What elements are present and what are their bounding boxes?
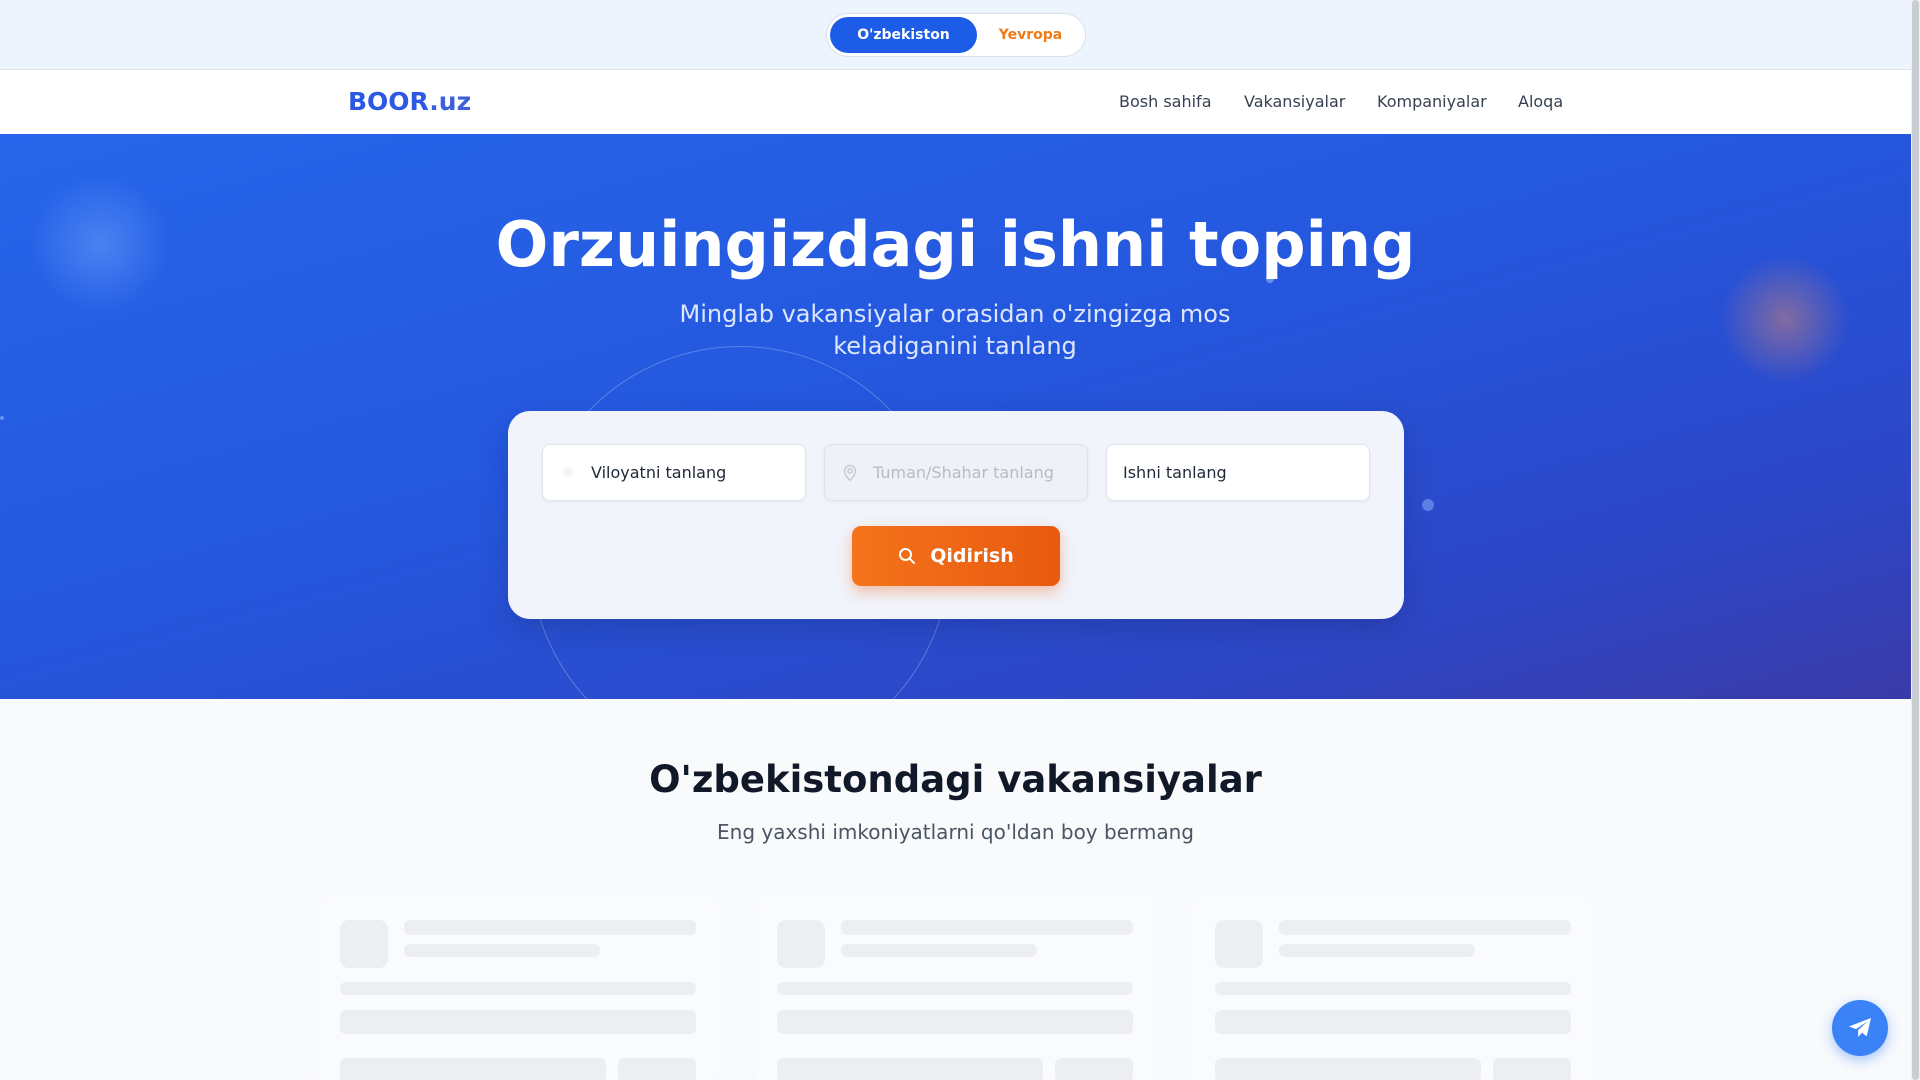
search-icon	[899, 548, 916, 564]
skeleton-line	[841, 944, 1037, 957]
search-button-label: Qidirish	[930, 545, 1014, 567]
decor-dot	[0, 416, 4, 420]
skeleton-line	[1279, 920, 1571, 935]
telegram-button[interactable]	[1832, 1000, 1888, 1056]
location-icon	[559, 464, 577, 482]
section-title: O'zbekistondagi vakansiyalar	[649, 758, 1262, 801]
nav-link-contact[interactable]: Aloqa	[1518, 92, 1563, 111]
section-subtitle: Eng yaxshi imkoniyatlarni qo'ldan boy be…	[717, 820, 1194, 844]
job-select[interactable]: Ishni tanlang	[1106, 444, 1370, 501]
skeleton-line	[841, 920, 1133, 935]
skeleton-line	[777, 1058, 1043, 1080]
search-button[interactable]: Qidirish	[852, 526, 1060, 586]
vacancy-card-skeleton	[1191, 896, 1595, 1080]
telegram-icon	[1849, 1018, 1871, 1037]
skeleton-avatar	[340, 920, 388, 968]
district-select-placeholder: Tuman/Shahar tanlang	[873, 463, 1054, 482]
skeleton-avatar	[1215, 920, 1263, 968]
vacancy-card-skeleton	[753, 896, 1157, 1080]
skeleton-line	[1055, 1058, 1133, 1080]
region-select[interactable]: Viloyatni tanlang	[542, 444, 806, 501]
nav-link-home[interactable]: Bosh sahifa	[1119, 92, 1212, 111]
skeleton-line	[618, 1058, 696, 1080]
skeleton-line	[777, 982, 1133, 995]
nav-link-companies[interactable]: Kompaniyalar	[1377, 92, 1487, 111]
logo-tld: .uz	[429, 87, 472, 116]
region-europe-button[interactable]: Yevropa	[977, 17, 1084, 53]
region-select-value: Viloyatni tanlang	[591, 463, 727, 482]
nav-link-vacancies[interactable]: Vakansiyalar	[1244, 92, 1345, 111]
skeleton-line	[1215, 1010, 1571, 1034]
skeleton-line	[1493, 1058, 1571, 1080]
district-select[interactable]: Tuman/Shahar tanlang	[824, 444, 1088, 501]
region-toggle: O'zbekiston Yevropa	[826, 13, 1086, 57]
search-card: Viloyatni tanlang Tuman/Shahar tanlang I…	[508, 411, 1404, 619]
skeleton-line	[340, 1058, 606, 1080]
hero-subtitle: Minglab vakansiyalar orasidan o'zingizga…	[679, 300, 1231, 360]
skeleton-line	[1215, 982, 1571, 995]
skeleton-line	[404, 920, 696, 935]
skeleton-line	[340, 982, 696, 995]
skeleton-line	[1279, 944, 1475, 957]
skeleton-line	[777, 1010, 1133, 1034]
skeleton-line	[340, 1010, 696, 1034]
scrollbar-thumb[interactable]	[1912, 0, 1919, 1080]
hero-title: Orzuingizdagi ishni toping	[495, 208, 1416, 281]
logo-main: BOOR	[348, 87, 430, 116]
skeleton-line	[404, 944, 600, 957]
navbar: BOOR.uz Bosh sahifa Vakansiyalar Kompani…	[0, 70, 1911, 134]
scrollbar[interactable]	[1911, 0, 1920, 1080]
decor-dot	[1422, 499, 1434, 511]
region-bar: O'zbekiston Yevropa	[0, 0, 1911, 70]
logo[interactable]: BOOR.uz	[348, 87, 471, 116]
job-select-value: Ishni tanlang	[1123, 463, 1227, 482]
skeleton-line	[1215, 1058, 1481, 1080]
skeleton-avatar	[777, 920, 825, 968]
map-pin-icon	[841, 464, 859, 482]
vacancy-card-skeleton	[316, 896, 720, 1080]
region-uzbekistan-button[interactable]: O'zbekiston	[830, 17, 977, 53]
